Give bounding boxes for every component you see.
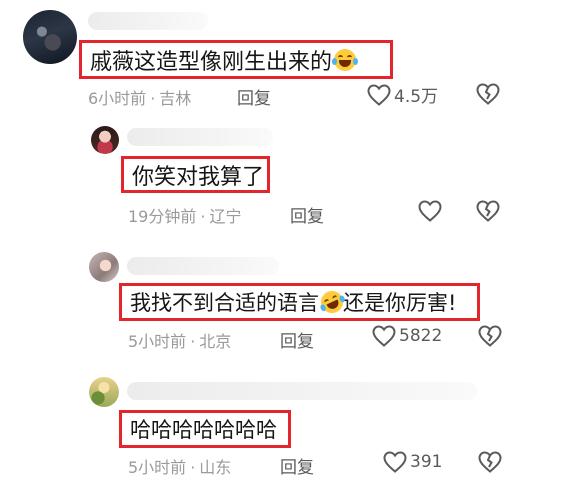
comment-time: 5小时前 bbox=[128, 332, 187, 351]
username-redacted bbox=[88, 12, 208, 30]
comment-time: 5小时前 bbox=[128, 458, 187, 477]
comment-location: 辽宁 bbox=[209, 207, 242, 226]
comment-time: 6小时前 bbox=[88, 89, 147, 108]
like-button[interactable] bbox=[418, 200, 445, 222]
comment-text: 我找不到合适的语言 还是你厉害! bbox=[119, 283, 480, 321]
comment-location: 吉林 bbox=[159, 89, 192, 108]
reply-button[interactable]: 回复 bbox=[280, 453, 314, 478]
like-button[interactable]: 5822 bbox=[372, 325, 442, 347]
heart-icon bbox=[367, 83, 391, 106]
avatar[interactable] bbox=[91, 126, 119, 154]
dislike-button[interactable] bbox=[478, 451, 502, 473]
broken-heart-icon bbox=[478, 451, 502, 473]
comment-text-after: 还是你厉害! bbox=[343, 291, 457, 315]
heart-icon bbox=[383, 451, 407, 473]
avatar[interactable] bbox=[89, 252, 119, 282]
comment-time: 19分钟前 bbox=[128, 207, 197, 226]
comment-meta: 5小时前 · 北京 bbox=[128, 328, 231, 352]
meta-separator: · bbox=[200, 207, 206, 226]
like-button[interactable]: 4.5万 bbox=[367, 82, 438, 107]
comment-meta: 5小时前 · 山东 bbox=[128, 454, 231, 478]
dislike-button[interactable] bbox=[478, 325, 502, 347]
comment-text-content: 你笑对我算了 bbox=[132, 164, 265, 190]
like-count: 5822 bbox=[399, 326, 443, 346]
meta-separator: · bbox=[190, 458, 196, 477]
dislike-button[interactable] bbox=[476, 83, 500, 105]
username-redacted bbox=[127, 382, 477, 400]
comment-meta: 19分钟前 · 辽宁 bbox=[128, 203, 241, 227]
avatar[interactable] bbox=[23, 10, 77, 64]
like-button[interactable]: 391 bbox=[383, 451, 442, 473]
comment-location: 山东 bbox=[199, 458, 232, 477]
comment-location: 北京 bbox=[199, 332, 232, 351]
comment-text-before: 我找不到合适的语言 bbox=[130, 291, 319, 315]
comment-text: 哈哈哈哈哈哈哈 bbox=[119, 410, 291, 448]
comment-text-content: 哈哈哈哈哈哈哈 bbox=[130, 418, 277, 442]
reply-button[interactable]: 回复 bbox=[290, 202, 324, 227]
comment-text: 戚薇这造型像刚生出来的 bbox=[79, 40, 393, 79]
comment-text-content: 戚薇这造型像刚生出来的 bbox=[90, 49, 333, 75]
dislike-button[interactable] bbox=[476, 200, 500, 222]
username-redacted bbox=[127, 257, 279, 275]
like-count: 4.5万 bbox=[394, 87, 439, 107]
laughing-tears-icon bbox=[332, 48, 359, 71]
broken-heart-icon bbox=[478, 325, 502, 347]
comment-text: 你笑对我算了 bbox=[121, 156, 270, 193]
meta-separator: · bbox=[190, 332, 196, 351]
broken-heart-icon bbox=[476, 200, 500, 222]
heart-icon bbox=[418, 200, 442, 222]
broken-heart-icon bbox=[476, 83, 500, 105]
avatar[interactable] bbox=[89, 377, 119, 407]
reply-button[interactable]: 回复 bbox=[280, 327, 314, 352]
comment-meta: 6小时前 · 吉林 bbox=[88, 85, 191, 109]
reply-button[interactable]: 回复 bbox=[237, 84, 271, 109]
heart-icon bbox=[372, 325, 396, 347]
username-redacted bbox=[127, 128, 273, 146]
meta-separator: · bbox=[150, 89, 156, 108]
like-count: 391 bbox=[410, 452, 443, 472]
